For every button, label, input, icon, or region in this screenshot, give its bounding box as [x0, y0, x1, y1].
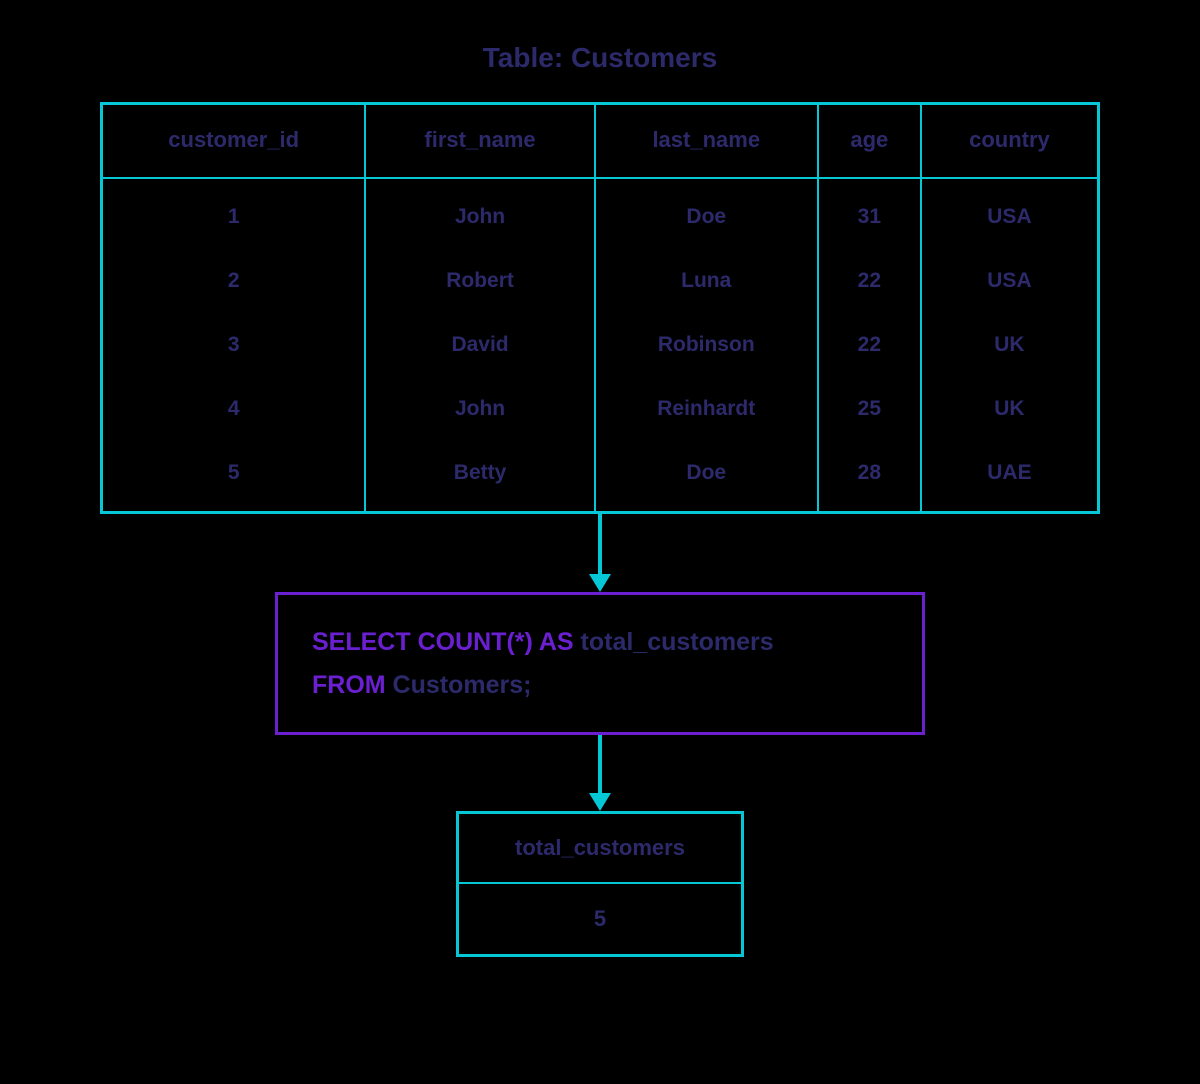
result-table: total_customers 5: [456, 811, 744, 957]
cell: 31: [818, 178, 921, 249]
result-row: 5: [458, 883, 743, 956]
table-row: 4 John Reinhardt 25 UK: [102, 377, 1099, 441]
result-header: total_customers: [458, 813, 743, 884]
arrow-down-icon: [589, 735, 611, 811]
cell: 22: [818, 249, 921, 313]
cell: 4: [102, 377, 366, 441]
col-first-name: first_name: [365, 104, 594, 179]
cell: USA: [921, 249, 1099, 313]
cell: UK: [921, 313, 1099, 377]
cell: Luna: [595, 249, 818, 313]
col-customer-id: customer_id: [102, 104, 366, 179]
cell: UK: [921, 377, 1099, 441]
cell: UAE: [921, 441, 1099, 513]
customers-table: customer_id first_name last_name age cou…: [100, 102, 1100, 514]
cell: 3: [102, 313, 366, 377]
table-title: Table: Customers: [483, 42, 717, 74]
sql-keyword-select: SELECT COUNT(*) AS: [312, 628, 574, 656]
cell: Doe: [595, 441, 818, 513]
sql-line-1: SELECT COUNT(*) AS total_customers: [312, 621, 888, 664]
table-row: 1 John Doe 31 USA: [102, 178, 1099, 249]
col-last-name: last_name: [595, 104, 818, 179]
sql-alias: total_customers: [574, 628, 774, 656]
cell: 5: [102, 441, 366, 513]
cell: 1: [102, 178, 366, 249]
cell: John: [365, 178, 594, 249]
table-row: 3 David Robinson 22 UK: [102, 313, 1099, 377]
cell: Robert: [365, 249, 594, 313]
cell: Betty: [365, 441, 594, 513]
table-header-row: customer_id first_name last_name age cou…: [102, 104, 1099, 179]
cell: Robinson: [595, 313, 818, 377]
arrow-down-icon: [589, 514, 611, 592]
sql-query-box: SELECT COUNT(*) AS total_customers FROM …: [275, 592, 925, 735]
result-header-row: total_customers: [458, 813, 743, 884]
cell: 25: [818, 377, 921, 441]
cell: 28: [818, 441, 921, 513]
cell: David: [365, 313, 594, 377]
cell: 2: [102, 249, 366, 313]
sql-line-2: FROM Customers;: [312, 664, 888, 707]
cell: Reinhardt: [595, 377, 818, 441]
col-age: age: [818, 104, 921, 179]
sql-keyword-from: FROM: [312, 671, 386, 699]
cell: John: [365, 377, 594, 441]
table-row: 2 Robert Luna 22 USA: [102, 249, 1099, 313]
result-value: 5: [458, 883, 743, 956]
sql-from-table: Customers;: [386, 671, 532, 699]
cell: Doe: [595, 178, 818, 249]
col-country: country: [921, 104, 1099, 179]
table-row: 5 Betty Doe 28 UAE: [102, 441, 1099, 513]
cell: USA: [921, 178, 1099, 249]
cell: 22: [818, 313, 921, 377]
diagram-container: Table: Customers customer_id first_name …: [0, 0, 1200, 957]
